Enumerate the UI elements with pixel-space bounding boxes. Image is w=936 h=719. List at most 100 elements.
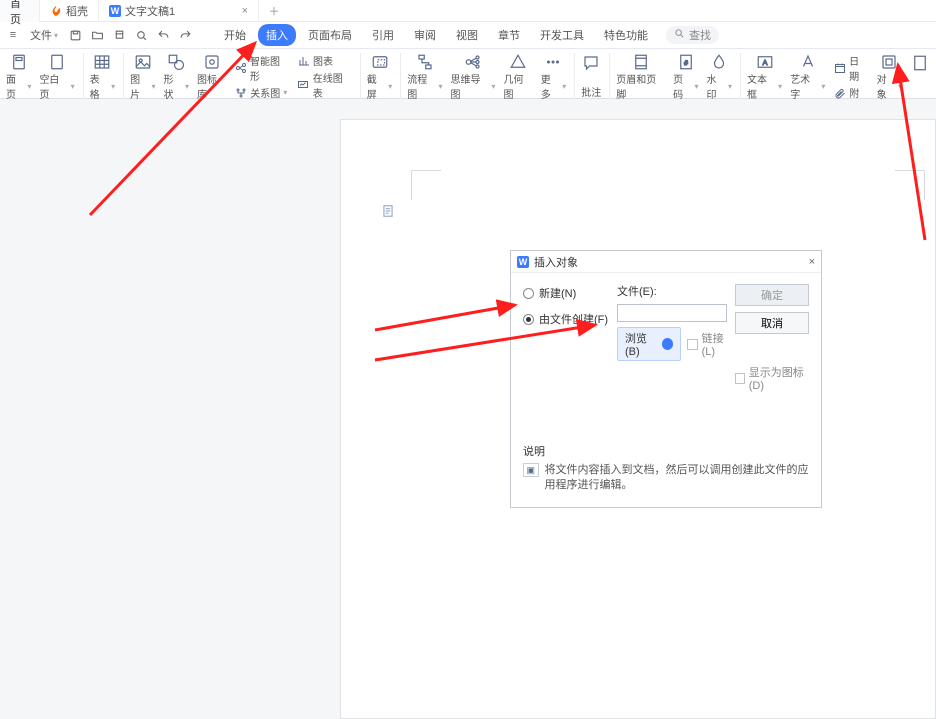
blank-icon bbox=[47, 53, 67, 71]
mindmap-icon bbox=[463, 53, 483, 71]
add-tab-button[interactable]: ＋ bbox=[259, 3, 289, 19]
page-outline-icon[interactable] bbox=[381, 204, 395, 218]
undo-icon[interactable] bbox=[155, 27, 171, 43]
open-icon[interactable] bbox=[89, 27, 105, 43]
search-placeholder: 查找 bbox=[689, 27, 711, 43]
chart-icon bbox=[297, 54, 310, 67]
file-input[interactable] bbox=[617, 304, 727, 322]
rbtn-relation[interactable]: 关系图▾ bbox=[234, 85, 289, 100]
dialog-app-icon: W bbox=[517, 256, 529, 268]
redo-icon[interactable] bbox=[177, 27, 193, 43]
dialog-title: 插入对象 bbox=[534, 254, 578, 270]
cancel-button[interactable]: 取消 bbox=[735, 312, 809, 334]
rbtn-object[interactable]: 对象▾ bbox=[873, 53, 906, 99]
menu-tabs: 开始 插入 页面布局 引用 审阅 视图 章节 开发工具 特色功能 bbox=[216, 22, 656, 48]
rbtn-file[interactable]: 附 bbox=[833, 85, 868, 100]
rbtn-extra[interactable] bbox=[906, 53, 934, 99]
cover-icon bbox=[9, 53, 29, 71]
mtab-devtools[interactable]: 开发工具 bbox=[532, 24, 592, 46]
rbtn-image[interactable]: 图片▾ bbox=[123, 53, 159, 99]
fire-icon bbox=[50, 5, 62, 17]
rbtn-flowchart[interactable]: 流程图▾ bbox=[400, 53, 446, 99]
rbtn-wordart[interactable]: 艺术字▾ bbox=[786, 53, 829, 99]
radio-on-icon bbox=[523, 314, 534, 325]
tab-daoke-label: 稻壳 bbox=[66, 3, 88, 19]
rgroup-charts: 智能图形 关系图▾ bbox=[230, 53, 293, 100]
checkbox-icon bbox=[735, 373, 745, 384]
radio-fromfile[interactable]: 由文件创建(F) bbox=[523, 311, 617, 327]
link-checkbox[interactable]: 链接(L) bbox=[687, 330, 735, 358]
rbtn-headerfooter[interactable]: 页眉和页脚 bbox=[609, 53, 669, 99]
rbtn-textbox[interactable]: A 文本框▾ bbox=[740, 53, 786, 99]
rbtn-table[interactable]: 表格▾ bbox=[83, 53, 119, 99]
radio-off-icon bbox=[523, 288, 534, 299]
image-icon bbox=[133, 53, 153, 71]
comment-icon bbox=[581, 53, 601, 73]
tab-home-label: 首页 bbox=[10, 0, 29, 27]
watermark-icon bbox=[709, 53, 729, 71]
screenshot-icon bbox=[370, 53, 390, 71]
relation-icon bbox=[234, 86, 247, 99]
mtab-layout[interactable]: 页面布局 bbox=[300, 24, 360, 46]
rbtn-date[interactable]: 日期 bbox=[833, 53, 868, 83]
rbtn-chart[interactable]: 图表 bbox=[297, 53, 352, 68]
rbtn-more[interactable]: 更多▾ bbox=[537, 53, 570, 99]
mtab-insert[interactable]: 插入 bbox=[258, 24, 296, 46]
menubar: ≡ 文件▾ 开始 插入 页面布局 引用 审阅 视图 章节 开发工具 特色功能 查… bbox=[0, 22, 936, 49]
browse-button[interactable]: 浏览(B) bbox=[617, 327, 681, 361]
dialog-titlebar[interactable]: W 插入对象 × bbox=[511, 251, 821, 273]
iconlib-icon bbox=[202, 53, 222, 71]
rgroup-charts2: 图表 在线图表 bbox=[293, 53, 356, 100]
smartshape-icon bbox=[234, 62, 247, 75]
mtab-chapter[interactable]: 章节 bbox=[490, 24, 528, 46]
save-icon[interactable] bbox=[67, 27, 83, 43]
file-label: 文件(E): bbox=[617, 283, 735, 299]
file-menu[interactable]: 文件▾ bbox=[26, 27, 62, 43]
explain-title: 说明 bbox=[523, 443, 809, 459]
rbtn-mindmap[interactable]: 思维导图▾ bbox=[446, 53, 499, 99]
mtab-view[interactable]: 视图 bbox=[448, 24, 486, 46]
rbtn-comment[interactable]: 批注 bbox=[574, 53, 605, 99]
extra-icon bbox=[910, 53, 930, 73]
tab-home[interactable]: 首页 bbox=[0, 0, 40, 22]
rbtn-watermark[interactable]: 水印▾ bbox=[703, 53, 736, 99]
ok-button[interactable]: 确定 bbox=[735, 284, 809, 306]
onlinechart-icon bbox=[297, 79, 310, 92]
rbtn-iconlib[interactable]: 图标库 bbox=[193, 53, 230, 99]
pagenum-icon: # bbox=[676, 53, 696, 71]
geometry-icon bbox=[508, 53, 528, 71]
explain-section: 说明 ▣ 将文件内容插入到文档，然后可以调用创建此文件的应用程序进行编辑。 bbox=[523, 443, 809, 493]
rbtn-onlinechart[interactable]: 在线图表 bbox=[297, 70, 352, 100]
wordart-icon bbox=[798, 53, 818, 71]
rbtn-blank[interactable]: 空白页▾ bbox=[35, 53, 78, 99]
tab-daoke[interactable]: 稻壳 bbox=[40, 0, 99, 22]
doc-app-icon: W bbox=[109, 5, 121, 17]
rbtn-screenshot[interactable]: 截屏▾ bbox=[360, 53, 396, 99]
menu-icon[interactable]: ≡ bbox=[5, 27, 21, 43]
radio-new[interactable]: 新建(N) bbox=[523, 285, 617, 301]
close-icon[interactable]: × bbox=[809, 256, 815, 268]
explain-icon: ▣ bbox=[523, 463, 539, 477]
rbtn-shape[interactable]: 形状▾ bbox=[160, 53, 193, 99]
ribbon: 面页▾ 空白页▾ 表格▾ 图片▾ 形状▾ 图标库 智能图形 关系图▾ 图表 在线… bbox=[0, 49, 936, 99]
mtab-features[interactable]: 特色功能 bbox=[596, 24, 656, 46]
insert-object-dialog: W 插入对象 × 新建(N) 由文件创建(F) 文件(E): 浏览(B) 链接(… bbox=[510, 250, 822, 508]
preview-icon[interactable] bbox=[133, 27, 149, 43]
tab-document[interactable]: W 文字文稿1 × bbox=[99, 0, 259, 22]
rbtn-pagenum[interactable]: # 页码▾ bbox=[669, 53, 702, 99]
print-icon[interactable] bbox=[111, 27, 127, 43]
explain-text: 将文件内容插入到文档，然后可以调用创建此文件的应用程序进行编辑。 bbox=[545, 463, 809, 493]
attach-icon bbox=[833, 86, 846, 99]
search-box[interactable]: 查找 bbox=[666, 26, 719, 44]
object-icon bbox=[879, 53, 899, 71]
mtab-review[interactable]: 审阅 bbox=[406, 24, 444, 46]
rbtn-geometry[interactable]: 几何图 bbox=[499, 53, 536, 99]
rbtn-smartshape[interactable]: 智能图形 bbox=[234, 53, 289, 83]
mtab-refer[interactable]: 引用 bbox=[364, 24, 402, 46]
close-icon[interactable]: × bbox=[242, 5, 248, 17]
browse-dot-icon bbox=[662, 338, 673, 350]
rbtn-cover[interactable]: 面页▾ bbox=[2, 53, 35, 99]
search-icon bbox=[674, 28, 685, 42]
mtab-start[interactable]: 开始 bbox=[216, 24, 254, 46]
showicon-checkbox[interactable]: 显示为图标(D) bbox=[735, 364, 809, 392]
